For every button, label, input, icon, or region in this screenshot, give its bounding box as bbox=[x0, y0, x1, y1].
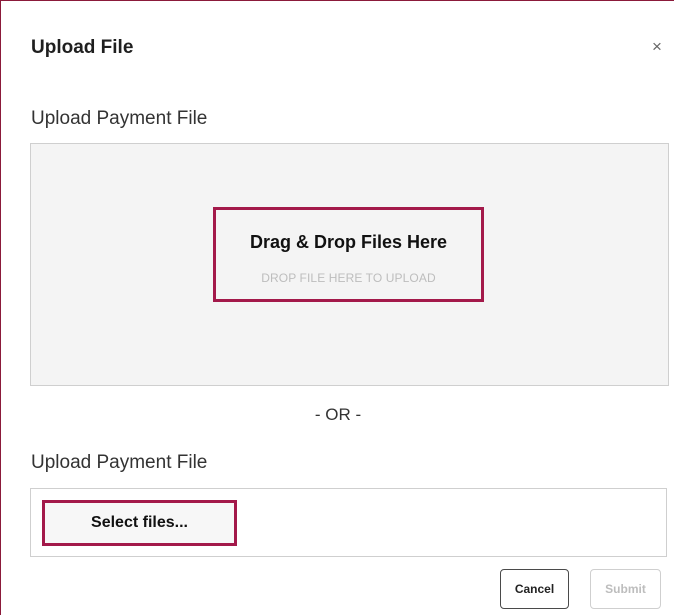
submit-button[interactable]: Submit bbox=[590, 569, 661, 609]
dropzone-label: Upload Payment File bbox=[31, 108, 208, 129]
dropzone-hint: DROP FILE HERE TO UPLOAD bbox=[261, 271, 436, 285]
dropzone-title: Drag & Drop Files Here bbox=[249, 232, 448, 252]
dialog-title: Upload File bbox=[31, 37, 134, 58]
file-picker-label: Upload Payment File bbox=[31, 452, 208, 473]
close-icon[interactable]: × bbox=[652, 38, 662, 55]
dropzone-highlight: Drag & Drop Files Here DROP FILE HERE TO… bbox=[213, 207, 484, 302]
select-files-button[interactable]: Select files... bbox=[42, 500, 237, 546]
or-divider: - OR - bbox=[314, 405, 362, 424]
cancel-button[interactable]: Cancel bbox=[500, 569, 569, 609]
file-dropzone[interactable]: Drag & Drop Files Here DROP FILE HERE TO… bbox=[30, 143, 669, 386]
upload-file-dialog: Upload File × Upload Payment File Drag &… bbox=[0, 0, 674, 615]
file-picker-row: Select files... bbox=[30, 488, 667, 557]
